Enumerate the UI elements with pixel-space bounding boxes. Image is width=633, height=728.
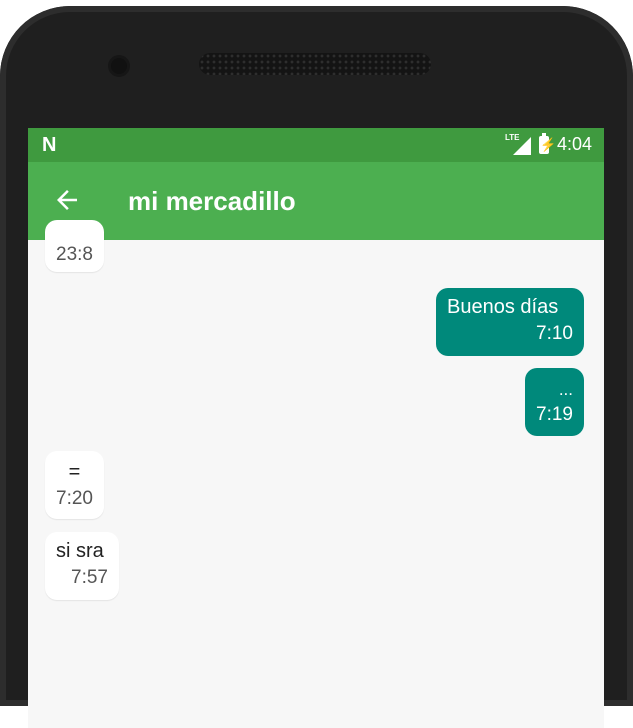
front-camera [111, 58, 127, 74]
message-bubble[interactable]: ... 7:19 [525, 368, 584, 436]
message-time: 7:57 [71, 567, 108, 588]
app-bar: mi mercadillo [28, 162, 604, 240]
notification-icon: N [42, 134, 56, 156]
message-bubble[interactable]: si sra 7:57 [45, 532, 119, 600]
message-bubble[interactable]: 23:8 [45, 220, 104, 272]
message-list[interactable]: 23:8 Buenos días 7:10 ... 7:19 = 7:20 si… [28, 220, 604, 728]
arrow-left-icon[interactable] [52, 185, 82, 215]
message-bubble[interactable]: = 7:20 [45, 451, 104, 519]
battery-icon: ⚡ [538, 132, 557, 154]
message-time: 7:19 [536, 404, 573, 425]
message-text: = [68, 461, 81, 483]
message-bubble[interactable]: Buenos días 7:10 [436, 288, 584, 356]
status-bar: N LTE ⚡ 4:04 [28, 128, 604, 162]
page-title: mi mercadillo [128, 186, 296, 216]
signal-icon: LTE [505, 133, 531, 155]
message-time: 7:20 [56, 488, 93, 509]
message-text: si sra [56, 540, 104, 562]
message-text: ... [558, 380, 573, 399]
message-time: 23:8 [56, 244, 93, 265]
message-time: 7:10 [536, 323, 573, 344]
status-icons: LTE ⚡ 4:04 [505, 132, 592, 155]
earpiece-speaker [199, 53, 431, 75]
screen: N LTE ⚡ 4:04 mi mercadillo 23:8 Buenos d… [28, 128, 604, 728]
phone-frame: N LTE ⚡ 4:04 mi mercadillo 23:8 Buenos d… [0, 6, 633, 728]
status-time: 4:04 [556, 134, 592, 154]
message-text: Buenos días [447, 296, 559, 318]
